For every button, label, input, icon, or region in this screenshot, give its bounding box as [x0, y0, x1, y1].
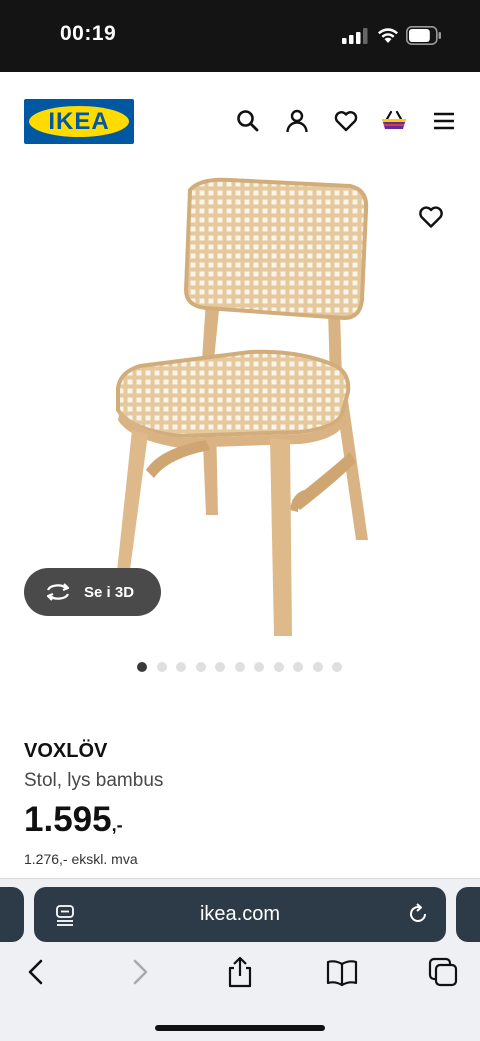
logo-text: IKEA: [48, 108, 110, 135]
previous-tab-peek[interactable]: [0, 887, 24, 942]
rotate-3d-icon: [46, 583, 70, 601]
menu-icon[interactable]: [431, 108, 457, 134]
carousel-dot[interactable]: [156, 662, 167, 672]
image-carousel-dots: [137, 662, 342, 672]
price-value: 1.595: [24, 800, 112, 839]
address-bar[interactable]: ikea.com: [34, 887, 446, 942]
account-icon[interactable]: [284, 108, 310, 134]
carousel-dot[interactable]: [254, 662, 264, 672]
status-time: 00:19: [60, 22, 117, 45]
ikea-logo[interactable]: IKEA: [24, 99, 134, 144]
add-to-favourites-heart-icon[interactable]: [417, 203, 445, 231]
carousel-dot[interactable]: [293, 662, 303, 672]
share-icon[interactable]: [223, 955, 257, 989]
url-text: ikea.com: [199, 903, 281, 925]
view-in-3d-button[interactable]: Se i 3D: [24, 568, 161, 616]
price-suffix: ,-: [111, 815, 123, 835]
shopping-basket-icon[interactable]: [381, 108, 407, 134]
carousel-dot[interactable]: [273, 662, 284, 672]
tabs-icon[interactable]: [426, 955, 460, 989]
carousel-dot[interactable]: [176, 662, 186, 672]
carousel-dot[interactable]: [195, 662, 206, 672]
cellular-signal-icon: [342, 28, 368, 44]
product-price: 1.595,-: [24, 800, 123, 840]
carousel-dot[interactable]: [332, 662, 342, 672]
carousel-dot[interactable]: [215, 662, 225, 672]
product-name: VOXLÖV: [24, 740, 108, 762]
forward-icon[interactable]: [122, 955, 156, 989]
reload-icon[interactable]: [406, 902, 430, 926]
search-icon[interactable]: [235, 108, 261, 134]
home-indicator: [155, 1025, 325, 1031]
carousel-dot[interactable]: [234, 662, 245, 672]
next-tab-peek[interactable]: [456, 887, 480, 942]
price-excluding-vat: 1.276,- ekskl. mva: [24, 851, 138, 867]
carousel-dot[interactable]: [312, 662, 323, 672]
view-in-3d-label: Se i 3D: [84, 583, 135, 601]
carousel-dot[interactable]: [137, 662, 147, 672]
back-icon[interactable]: [20, 955, 54, 989]
battery-icon: [406, 26, 441, 45]
wifi-icon: [378, 28, 398, 43]
site-header: IKEA: [0, 72, 480, 172]
status-bar: 00:19: [0, 0, 480, 72]
wishlist-heart-icon[interactable]: [333, 108, 359, 134]
bookmarks-icon[interactable]: [325, 955, 359, 989]
product-description: Stol, lys bambus: [24, 770, 164, 791]
